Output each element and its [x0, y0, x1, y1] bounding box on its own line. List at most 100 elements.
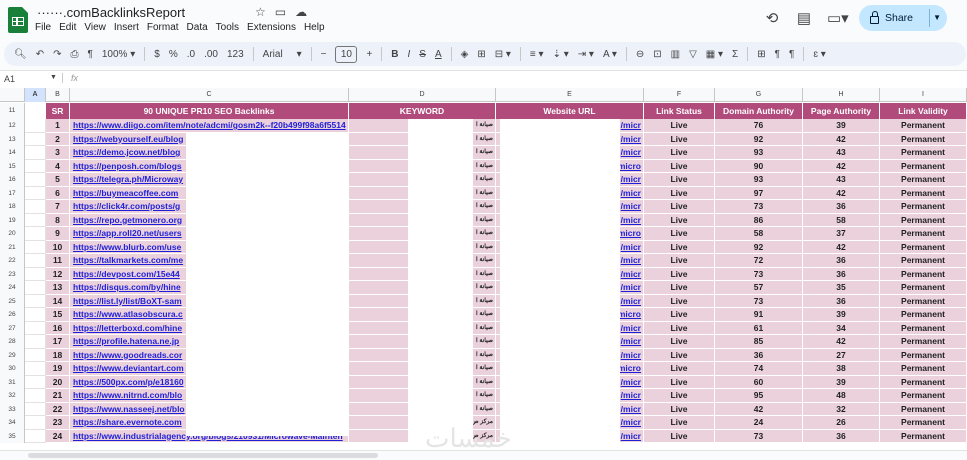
- row-number[interactable]: 15: [0, 159, 25, 173]
- table-cell-status[interactable]: Live: [644, 254, 715, 268]
- row-number[interactable]: 29: [0, 348, 25, 362]
- table-cell-pa[interactable]: 35: [803, 281, 880, 295]
- cell-a[interactable]: [25, 321, 46, 335]
- table-cell-pa[interactable]: 32: [803, 402, 880, 416]
- table-cell-pa[interactable]: 42: [803, 132, 880, 146]
- menu-data[interactable]: Data: [187, 22, 208, 33]
- cell-a[interactable]: [25, 240, 46, 254]
- rtl-icon[interactable]: ¶: [789, 49, 794, 60]
- table-cell-da[interactable]: 92: [715, 132, 803, 146]
- row-number[interactable]: 32: [0, 389, 25, 403]
- table-cell-pa[interactable]: 42: [803, 240, 880, 254]
- row-number[interactable]: 30: [0, 362, 25, 376]
- cell-a[interactable]: [25, 294, 46, 308]
- table-cell-sr[interactable]: 4: [46, 159, 70, 173]
- menu-edit[interactable]: Edit: [59, 22, 76, 33]
- bold-icon[interactable]: B: [391, 49, 398, 60]
- header-pa[interactable]: Page Authority: [803, 103, 880, 119]
- table-cell-pa[interactable]: 34: [803, 321, 880, 335]
- table-cell-pa[interactable]: 39: [803, 375, 880, 389]
- column-header-g[interactable]: G: [715, 88, 803, 102]
- table-cell-pa[interactable]: 36: [803, 254, 880, 268]
- table-cell-valid[interactable]: Permanent: [880, 186, 967, 200]
- table-cell-da[interactable]: 58: [715, 227, 803, 241]
- table-cell-status[interactable]: Live: [644, 281, 715, 295]
- table-cell-sr[interactable]: 10: [46, 240, 70, 254]
- column-header-f[interactable]: F: [644, 88, 715, 102]
- table-cell-sr[interactable]: 16: [46, 321, 70, 335]
- table-cell-valid[interactable]: Permanent: [880, 200, 967, 214]
- cell-a[interactable]: [25, 335, 46, 349]
- header-status[interactable]: Link Status: [644, 103, 715, 119]
- cell-a[interactable]: [25, 348, 46, 362]
- cell-a[interactable]: [25, 227, 46, 241]
- row-number[interactable]: 16: [0, 173, 25, 187]
- table-cell-status[interactable]: Live: [644, 213, 715, 227]
- text-rotation-icon[interactable]: A ▾: [603, 49, 617, 60]
- table-cell-da[interactable]: 72: [715, 254, 803, 268]
- cell-a[interactable]: [25, 200, 46, 214]
- table-cell-sr[interactable]: 20: [46, 375, 70, 389]
- header-sr[interactable]: SR: [46, 103, 70, 119]
- column-header-c[interactable]: C: [70, 88, 349, 102]
- table-cell-sr[interactable]: 8: [46, 213, 70, 227]
- table-cell-status[interactable]: Live: [644, 227, 715, 241]
- table-cell-da[interactable]: 73: [715, 267, 803, 281]
- cell-a[interactable]: [25, 119, 46, 133]
- table-cell-status[interactable]: Live: [644, 132, 715, 146]
- row-number[interactable]: 34: [0, 416, 25, 430]
- table-cell-valid[interactable]: Permanent: [880, 362, 967, 376]
- menu-view[interactable]: View: [84, 22, 106, 33]
- cell-a[interactable]: [25, 132, 46, 146]
- table-cell-valid[interactable]: Permanent: [880, 213, 967, 227]
- table-cell-sr[interactable]: 14: [46, 294, 70, 308]
- header-da[interactable]: Domain Authority: [715, 103, 803, 119]
- table-cell-da[interactable]: 73: [715, 200, 803, 214]
- cell-a[interactable]: [25, 416, 46, 430]
- column-header-b[interactable]: B: [46, 88, 70, 102]
- table-cell-sr[interactable]: 19: [46, 362, 70, 376]
- cell-a[interactable]: [25, 254, 46, 268]
- table-cell-pa[interactable]: 43: [803, 173, 880, 187]
- cell-a[interactable]: [25, 375, 46, 389]
- print-icon[interactable]: ⎙: [70, 49, 78, 60]
- table-cell-pa[interactable]: 36: [803, 200, 880, 214]
- table-cell-status[interactable]: Live: [644, 429, 715, 443]
- spreadsheet-grid[interactable]: ABCDEFGHI 11 SR 90 UNIQUE PR10 SEO Backlin…: [0, 88, 967, 450]
- table-cell-status[interactable]: Live: [644, 348, 715, 362]
- table-cell-valid[interactable]: Permanent: [880, 294, 967, 308]
- table-cell-da[interactable]: 42: [715, 402, 803, 416]
- row-number[interactable]: 18: [0, 200, 25, 214]
- horizontal-scrollbar[interactable]: [0, 450, 967, 460]
- vertical-align-icon[interactable]: ⇣ ▾: [553, 49, 569, 60]
- table-cell-sr[interactable]: 24: [46, 429, 70, 443]
- cell-a[interactable]: [25, 308, 46, 322]
- column-header-h[interactable]: H: [803, 88, 880, 102]
- undo-icon[interactable]: ↶: [36, 49, 44, 60]
- table-cell-status[interactable]: Live: [644, 294, 715, 308]
- text-wrapping-icon[interactable]: ⇥ ▾: [578, 49, 594, 60]
- fill-color-icon[interactable]: ◈: [461, 49, 469, 60]
- table-cell-pa[interactable]: 43: [803, 146, 880, 160]
- cell-a[interactable]: [25, 186, 46, 200]
- name-box[interactable]: A1: [4, 74, 15, 84]
- table-cell-sr[interactable]: 2: [46, 132, 70, 146]
- table-cell-valid[interactable]: Permanent: [880, 281, 967, 295]
- table-cell-valid[interactable]: Permanent: [880, 240, 967, 254]
- row-number[interactable]: 17: [0, 186, 25, 200]
- table-cell-pa[interactable]: 39: [803, 308, 880, 322]
- table-cell-status[interactable]: Live: [644, 119, 715, 133]
- header-validity[interactable]: Link Validity: [880, 103, 967, 119]
- table-cell-valid[interactable]: Permanent: [880, 416, 967, 430]
- percent-format-button[interactable]: %: [169, 49, 178, 60]
- table-cell-da[interactable]: 74: [715, 362, 803, 376]
- table-cell-status[interactable]: Live: [644, 267, 715, 281]
- functions-icon[interactable]: Σ: [732, 49, 738, 60]
- table-cell-pa[interactable]: 39: [803, 119, 880, 133]
- increase-decimal-button[interactable]: .00: [204, 49, 218, 60]
- table-cell-status[interactable]: Live: [644, 389, 715, 403]
- table-cell-da[interactable]: 24: [715, 416, 803, 430]
- table-cell-status[interactable]: Live: [644, 186, 715, 200]
- table-cell-status[interactable]: Live: [644, 308, 715, 322]
- table-cell-status[interactable]: Live: [644, 335, 715, 349]
